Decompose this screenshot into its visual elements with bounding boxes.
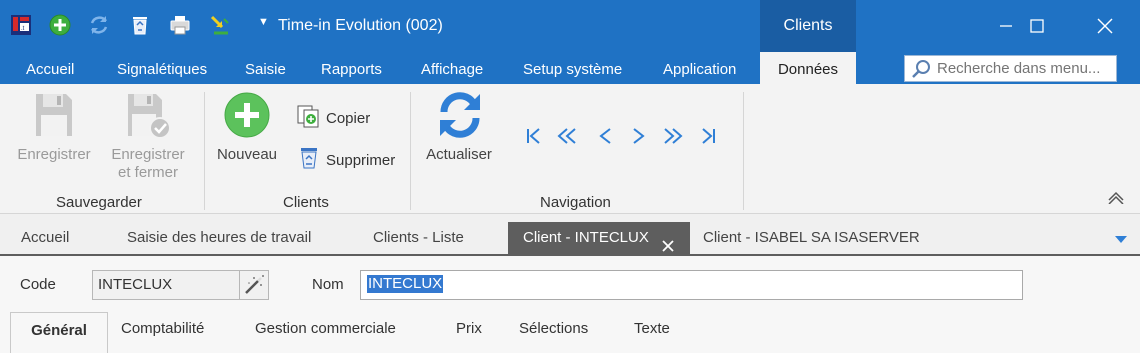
tab-saisie[interactable]: Saisie xyxy=(245,52,286,84)
save-icon xyxy=(34,92,74,142)
nom-value: INTECLUX xyxy=(367,275,444,293)
recycle-bin-icon xyxy=(296,146,322,174)
nom-label: Nom xyxy=(312,276,344,293)
previous-page-button[interactable] xyxy=(556,125,578,147)
group-separator xyxy=(743,92,744,210)
form-sub-tabs: Général Comptabilité Gestion commerciale… xyxy=(0,312,1140,353)
copy-icon xyxy=(296,104,322,132)
next-record-button[interactable] xyxy=(628,125,650,147)
close-button[interactable] xyxy=(1075,0,1135,52)
code-generator-button[interactable] xyxy=(239,270,269,300)
copy-label: Copier xyxy=(326,109,371,127)
save-and-close-icon xyxy=(126,92,172,144)
sub-tab-selections[interactable]: Sélections xyxy=(519,320,588,337)
sub-tab-texte[interactable]: Texte xyxy=(634,320,670,337)
title-bar: .t ▼ Time-in Evolution (002) Clients xyxy=(0,0,1140,52)
previous-record-button[interactable] xyxy=(594,125,616,147)
tab-setup-systeme[interactable]: Setup système xyxy=(523,52,622,84)
client-form: Code INTECLUX Nom INTECLUX Général Compt… xyxy=(0,254,1140,353)
save-and-close-label-line1: Enregistrer xyxy=(111,146,185,163)
tab-application[interactable]: Application xyxy=(663,52,736,84)
doc-tab-accueil[interactable]: Accueil xyxy=(21,222,69,254)
magic-wand-icon xyxy=(245,275,264,294)
chevron-up-icon xyxy=(1108,191,1124,205)
group-label-sauvegarder: Sauvegarder xyxy=(56,194,142,211)
refresh-icon xyxy=(434,90,486,144)
code-field[interactable]: INTECLUX xyxy=(92,270,240,300)
tab-signaletiques[interactable]: Signalétiques xyxy=(117,52,207,84)
tab-rapports[interactable]: Rapports xyxy=(321,52,382,84)
recycle-bin-icon[interactable] xyxy=(127,12,153,38)
add-icon[interactable] xyxy=(47,12,73,38)
quick-access-dropdown-icon[interactable]: ▼ xyxy=(258,16,269,28)
doc-tab-clients-liste[interactable]: Clients - Liste xyxy=(373,222,464,254)
menu-search[interactable] xyxy=(904,55,1117,82)
next-record-icon xyxy=(633,128,645,144)
chevron-down-icon[interactable] xyxy=(1114,231,1128,248)
doc-tab-client-isabel[interactable]: Client - ISABEL SA ISASERVER xyxy=(703,222,920,254)
save-and-close-label-line2: et fermer xyxy=(117,164,178,181)
delete-label: Supprimer xyxy=(326,151,396,169)
new-icon xyxy=(224,92,270,142)
context-tab-header: Clients xyxy=(760,0,856,52)
print-icon[interactable] xyxy=(167,12,193,38)
tab-donnees[interactable]: Données xyxy=(760,52,856,84)
sub-tab-gestion-commerciale[interactable]: Gestion commerciale xyxy=(255,320,396,337)
ribbon-panel: Enregistrer Enregistrer et fermer Sauveg… xyxy=(0,84,1140,214)
group-label-navigation: Navigation xyxy=(540,194,611,211)
doc-tab-label: Client - INTECLUX xyxy=(523,229,649,246)
refresh-button[interactable]: Actualiser xyxy=(420,146,498,164)
next-page-button[interactable] xyxy=(662,125,684,147)
first-record-button[interactable] xyxy=(522,125,544,147)
doc-tab-saisie-heures[interactable]: Saisie des heures de travail xyxy=(127,222,311,254)
nom-field[interactable]: INTECLUX xyxy=(360,270,1023,300)
sub-tab-comptabilite[interactable]: Comptabilité xyxy=(121,320,204,337)
collapse-ribbon-button[interactable] xyxy=(1107,190,1125,208)
new-button[interactable]: Nouveau xyxy=(212,146,282,164)
window-title: Time-in Evolution (002) xyxy=(278,17,443,34)
save-button[interactable]: Enregistrer xyxy=(14,146,94,164)
doc-tab-client-inteclux[interactable]: Client - INTECLUX xyxy=(508,222,690,254)
refresh-icon[interactable] xyxy=(86,12,112,38)
next-page-icon xyxy=(664,128,683,144)
sub-tab-general[interactable]: Général xyxy=(10,312,108,353)
first-record-icon xyxy=(527,128,540,144)
search-input[interactable] xyxy=(937,58,1113,79)
app-logo-icon[interactable]: .t xyxy=(8,12,34,38)
maximize-button[interactable] xyxy=(1007,0,1067,52)
search-icon xyxy=(911,59,933,83)
sub-tab-prix[interactable]: Prix xyxy=(456,320,482,337)
document-tabs: Accueil Saisie des heures de travail Cli… xyxy=(0,222,1140,254)
code-label: Code xyxy=(20,276,56,293)
import-export-icon[interactable] xyxy=(207,12,233,38)
save-and-close-button[interactable]: Enregistrer et fermer xyxy=(104,146,192,182)
group-separator xyxy=(204,92,205,210)
group-separator xyxy=(410,92,411,210)
last-record-icon xyxy=(702,128,715,144)
tab-affichage[interactable]: Affichage xyxy=(421,52,483,84)
svg-text:.t: .t xyxy=(21,26,25,32)
delete-button[interactable]: Supprimer xyxy=(296,146,395,174)
previous-record-icon xyxy=(599,128,611,144)
previous-page-icon xyxy=(557,128,576,144)
group-label-clients: Clients xyxy=(283,194,329,211)
copy-button[interactable]: Copier xyxy=(296,104,370,132)
tab-accueil[interactable]: Accueil xyxy=(26,52,74,84)
last-record-button[interactable] xyxy=(698,125,720,147)
